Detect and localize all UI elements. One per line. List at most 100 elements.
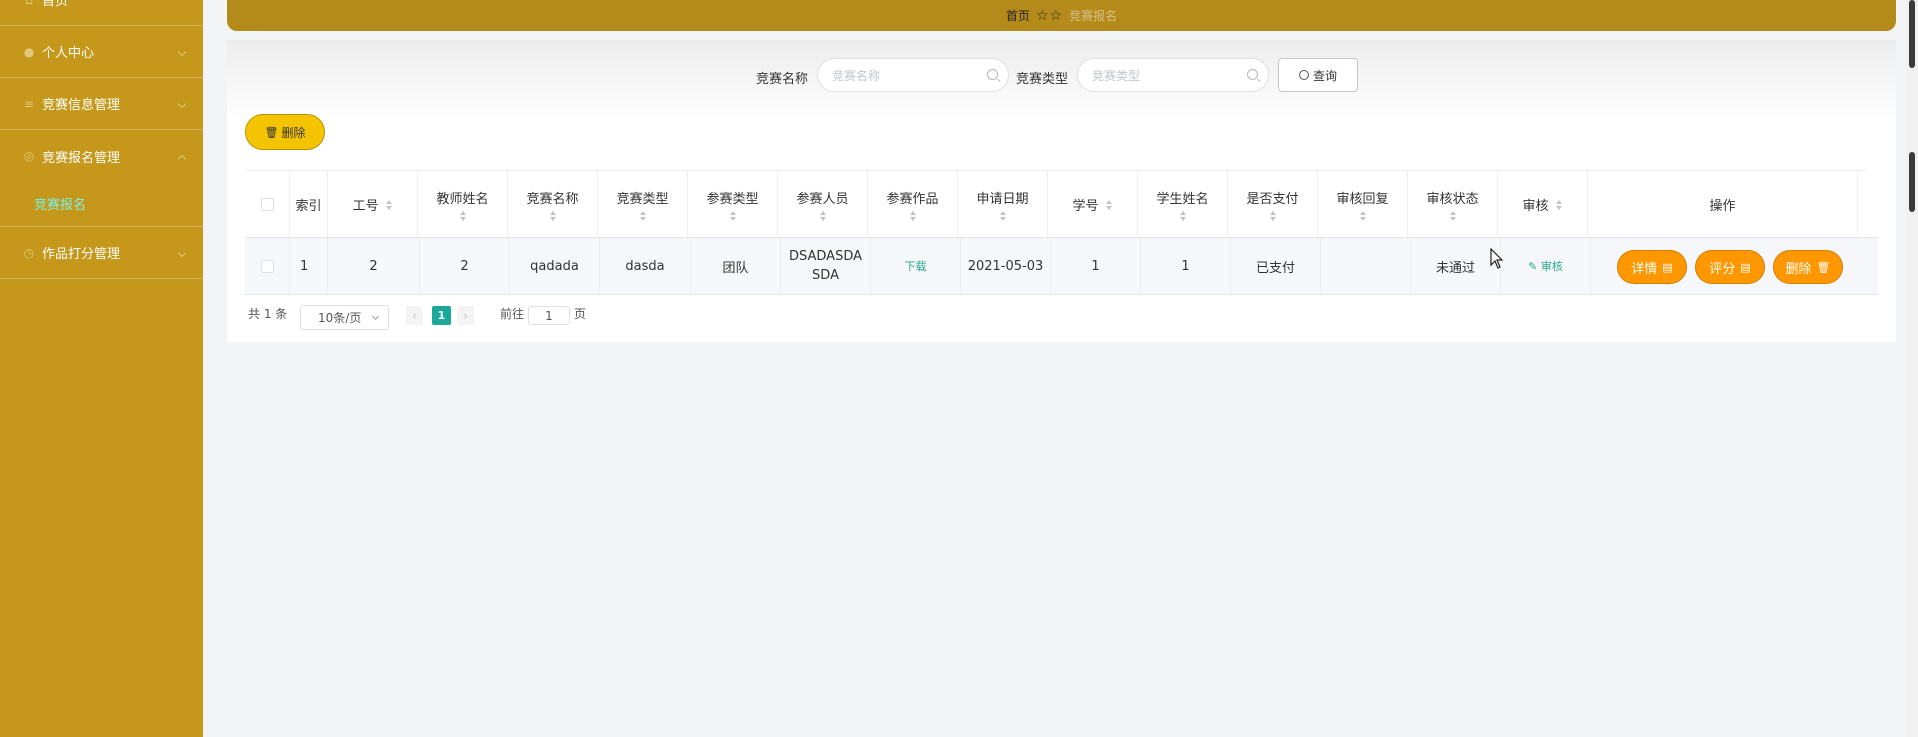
query-button-label: 查询 [1312, 68, 1337, 83]
scrollbar-thumb[interactable] [1909, 152, 1915, 212]
sort-icon[interactable] [909, 211, 917, 221]
sort-icon[interactable] [1449, 211, 1457, 221]
header-comp-type[interactable]: 竞赛类型 [598, 171, 688, 238]
sidebar-item-label: 竞赛报名管理 [42, 150, 121, 166]
next-page-button[interactable]: › [457, 306, 474, 325]
sort-icon[interactable] [549, 211, 557, 221]
header-label: 参赛作品 [886, 192, 939, 207]
header-members[interactable]: 参赛人员 [778, 171, 868, 238]
detail-button-label: 详情 [1631, 261, 1658, 277]
page-number-button[interactable]: 1 [432, 306, 451, 325]
cell-comp-name: qadada [510, 238, 600, 294]
query-button[interactable]: 查询 [1278, 58, 1358, 92]
score-button[interactable]: 评分 ▤ [1695, 250, 1765, 284]
pagination-total: 共 1 条 [248, 307, 288, 321]
header-reply[interactable]: 审核回复 [1318, 171, 1408, 238]
header-label: 是否支付 [1246, 192, 1299, 207]
header-job-no[interactable]: 工号 [328, 171, 418, 238]
header-teacher[interactable]: 教师姓名 [418, 171, 508, 238]
goto-suffix: 页 [574, 307, 587, 321]
goto-page-input[interactable]: 1 [528, 306, 570, 325]
cell-job-no: 2 [328, 238, 420, 294]
sort-icon[interactable] [639, 211, 647, 221]
header-index: 索引 [290, 171, 328, 238]
cell-index: 1 [290, 238, 328, 294]
sort-icon[interactable] [1105, 199, 1113, 210]
cell-reply [1321, 238, 1411, 294]
sort-icon[interactable] [1359, 211, 1367, 221]
settings-icon: ◎ [23, 149, 35, 163]
cell-student-name: 1 [1141, 238, 1231, 294]
chevron-right-icon: › [463, 308, 468, 323]
sort-icon[interactable] [1555, 199, 1563, 210]
page-size-value: 10条/页 [318, 311, 362, 325]
cell-entry-type: 团队 [691, 238, 781, 294]
table-header: 索引 工号 教师姓名 竞赛名称 竞赛类型 参赛类型 参赛人员 参赛作品 申请日期… [245, 170, 1867, 238]
header-student-no[interactable]: 学号 [1048, 171, 1138, 238]
clock-icon: ◷ [23, 245, 35, 260]
star-icon: ☆ [1035, 7, 1049, 24]
cell-teacher: 2 [420, 238, 510, 294]
competition-name-input[interactable]: 竞赛名称 [817, 58, 1009, 92]
header-label: 审核 [1522, 199, 1549, 214]
prev-page-button[interactable]: ‹ [406, 306, 423, 325]
chevron-up-icon [177, 154, 187, 164]
page-size-select[interactable]: 10条/页 [300, 305, 389, 330]
row-delete-button[interactable]: 删除 🗑 [1773, 250, 1843, 284]
header-label: 操作 [1709, 199, 1736, 214]
header-date[interactable]: 申请日期 [958, 171, 1048, 238]
header-paid[interactable]: 是否支付 [1228, 171, 1318, 238]
scrollbar-top-thumb[interactable] [1909, 0, 1915, 68]
sort-icon[interactable] [1179, 211, 1187, 221]
user-icon: ● [23, 44, 35, 59]
cell-members: DSADASDA SDA [781, 238, 871, 294]
sidebar-subitem-registration[interactable]: 竞赛报名 [0, 181, 203, 225]
competition-name-placeholder: 竞赛名称 [832, 68, 881, 83]
sidebar-item-profile[interactable]: ● 个人中心 [0, 26, 203, 78]
row-checkbox[interactable] [260, 259, 274, 273]
header-student-name[interactable]: 学生姓名 [1138, 171, 1228, 238]
breadcrumb-home[interactable]: 首页 [1006, 7, 1030, 24]
sidebar-item-label: 个人中心 [42, 46, 95, 61]
detail-button[interactable]: 详情 ▤ [1617, 250, 1687, 284]
header-audit[interactable]: 审核 [1498, 171, 1588, 238]
sort-icon[interactable] [1269, 211, 1277, 221]
download-link[interactable]: 下载 [905, 258, 927, 274]
sidebar-item-home[interactable]: ⌂ 首页 [0, 0, 203, 26]
select-all-checkbox[interactable] [260, 198, 274, 211]
chevron-down-icon [177, 99, 187, 108]
sort-icon[interactable] [729, 211, 737, 221]
sidebar-item-registration[interactable]: ◎ 竞赛报名管理 [0, 130, 203, 182]
header-comp-name[interactable]: 竞赛名称 [508, 171, 598, 238]
sort-icon[interactable] [819, 211, 827, 221]
competition-type-label: 竞赛类型 [1016, 72, 1069, 87]
header-label: 学生姓名 [1156, 192, 1209, 207]
table-row: 1 2 2 qadada dasda 团队 DSADASDA SDA 下载 20… [245, 237, 1878, 295]
search-icon [1298, 70, 1309, 80]
competition-type-input[interactable]: 竞赛类型 [1077, 58, 1269, 92]
header-work[interactable]: 参赛作品 [868, 171, 958, 238]
sidebar-item-competition-info[interactable]: ≡ 竞赛信息管理 [0, 78, 203, 130]
header-status[interactable]: 审核状态 [1408, 171, 1498, 238]
list-icon: ≡ [23, 96, 35, 111]
sidebar-item-label: 竞赛信息管理 [42, 98, 121, 113]
competition-name-label: 竞赛名称 [756, 72, 809, 87]
members-line: DSADASDA [789, 249, 862, 264]
trash-icon: 🗑 [1816, 260, 1831, 274]
bulk-delete-button[interactable]: 🗑 删除 [245, 114, 325, 150]
star-icon: ☆ [1049, 7, 1063, 24]
vertical-scrollbar[interactable] [1906, 0, 1918, 737]
sort-icon[interactable] [459, 211, 467, 221]
header-entry-type[interactable]: 参赛类型 [688, 171, 778, 238]
header-label: 参赛类型 [706, 192, 759, 207]
document-icon: ▤ [1662, 260, 1673, 274]
sidebar-item-scoring[interactable]: ◷ 作品打分管理 [0, 227, 203, 279]
cell-comp-type: dasda [600, 238, 691, 294]
sort-icon[interactable] [999, 211, 1007, 221]
header-label: 竞赛名称 [526, 192, 579, 207]
audit-link[interactable]: ✎ 审核 [1528, 258, 1563, 274]
chevron-down-icon [371, 312, 380, 321]
header-actions: 操作 [1588, 171, 1858, 238]
sort-icon[interactable] [385, 199, 393, 210]
document-icon: ▤ [1740, 260, 1751, 274]
